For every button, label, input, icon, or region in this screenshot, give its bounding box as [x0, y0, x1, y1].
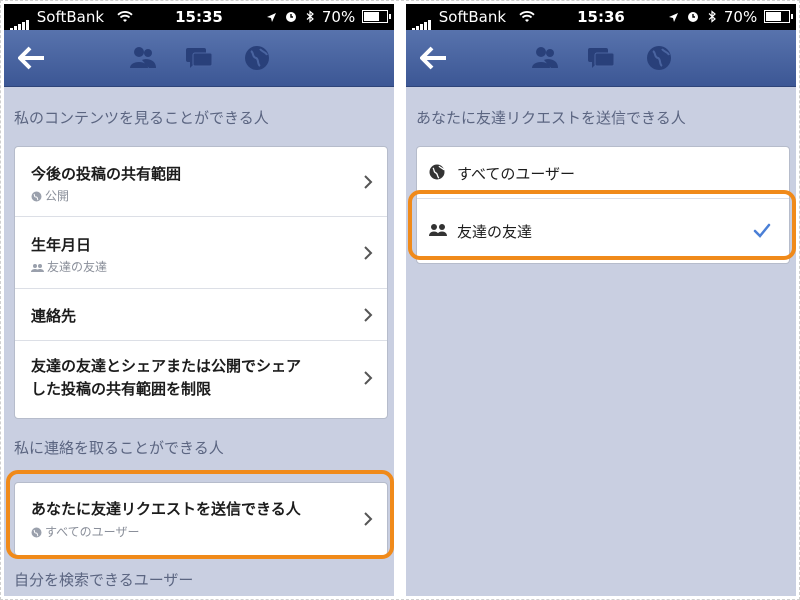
- status-bar: SoftBank 15:35 70%: [4, 4, 394, 31]
- battery-icon: [362, 10, 391, 23]
- item-title: 連絡先: [31, 307, 77, 325]
- list-item-limit-past-posts[interactable]: 友達の友達とシェアまたは公開でシェア した投稿の共有範囲を制限: [15, 341, 387, 416]
- item-title-line2: した投稿の共有範囲を制限: [31, 380, 212, 398]
- nav-bar: [4, 30, 394, 87]
- section-header-who-can-search: 自分を検索できるユーザー: [14, 571, 194, 589]
- nav-bar: [406, 30, 796, 87]
- battery-icon: [764, 10, 793, 23]
- left-phone-screen: SoftBank 15:35 70% 私のコンテンツを見ることができる人 今後の…: [4, 4, 394, 596]
- list-item-birthday[interactable]: 生年月日 友達の友達: [15, 217, 387, 289]
- alarm-icon: [687, 8, 704, 26]
- chevron-right-icon: [364, 308, 373, 322]
- item-title: 生年月日: [31, 236, 92, 254]
- friends-icon: [31, 264, 44, 272]
- status-bar: SoftBank 15:36 70%: [406, 4, 796, 31]
- chevron-right-icon: [364, 246, 373, 260]
- right-phone-screen: SoftBank 15:36 70% あなたに友達リクエストを送信できる人 すべ…: [406, 4, 796, 596]
- item-title-line1: 友達の友達とシェアまたは公開でシェア: [31, 357, 302, 375]
- bluetooth-icon: [306, 8, 319, 26]
- back-arrow-icon[interactable]: [18, 45, 46, 71]
- battery-percent: 70%: [723, 8, 758, 26]
- location-icon: [266, 8, 282, 26]
- globe-icon: [429, 164, 445, 180]
- globe-icon: [31, 191, 42, 202]
- privacy-settings-card: 今後の投稿の共有範囲 公開 生年月日 友達の友達 連絡先 友達の友達とシェアまた…: [14, 146, 388, 419]
- notifications-globe-icon[interactable]: [242, 44, 272, 72]
- battery-percent: 70%: [321, 8, 356, 26]
- item-subtitle: 友達の友達: [47, 260, 108, 274]
- list-item-contact-info[interactable]: 連絡先: [15, 289, 387, 341]
- section-header-friend-requests: あなたに友達リクエストを送信できる人: [416, 109, 686, 127]
- section-header-who-can-contact: 私に連絡を取ることができる人: [14, 439, 224, 457]
- messages-icon[interactable]: [586, 44, 616, 72]
- option-label: すべてのユーザー: [457, 165, 576, 183]
- back-arrow-icon[interactable]: [420, 45, 448, 71]
- notifications-globe-icon[interactable]: [644, 44, 674, 72]
- messages-icon[interactable]: [184, 44, 214, 72]
- chevron-right-icon: [364, 371, 373, 385]
- section-header-content-visibility: 私のコンテンツを見ることができる人: [14, 109, 269, 127]
- alarm-icon: [285, 8, 302, 26]
- bluetooth-icon: [708, 8, 721, 26]
- item-subtitle: 公開: [45, 189, 70, 203]
- orange-highlight-outline: [408, 190, 796, 260]
- item-title: 今後の投稿の共有範囲: [31, 165, 182, 183]
- location-icon: [668, 8, 684, 26]
- friend-requests-icon[interactable]: [530, 44, 560, 72]
- chevron-right-icon: [364, 175, 373, 189]
- friend-requests-icon[interactable]: [128, 44, 158, 72]
- orange-highlight-outline: [6, 470, 394, 559]
- list-item-future-posts[interactable]: 今後の投稿の共有範囲 公開: [15, 147, 387, 217]
